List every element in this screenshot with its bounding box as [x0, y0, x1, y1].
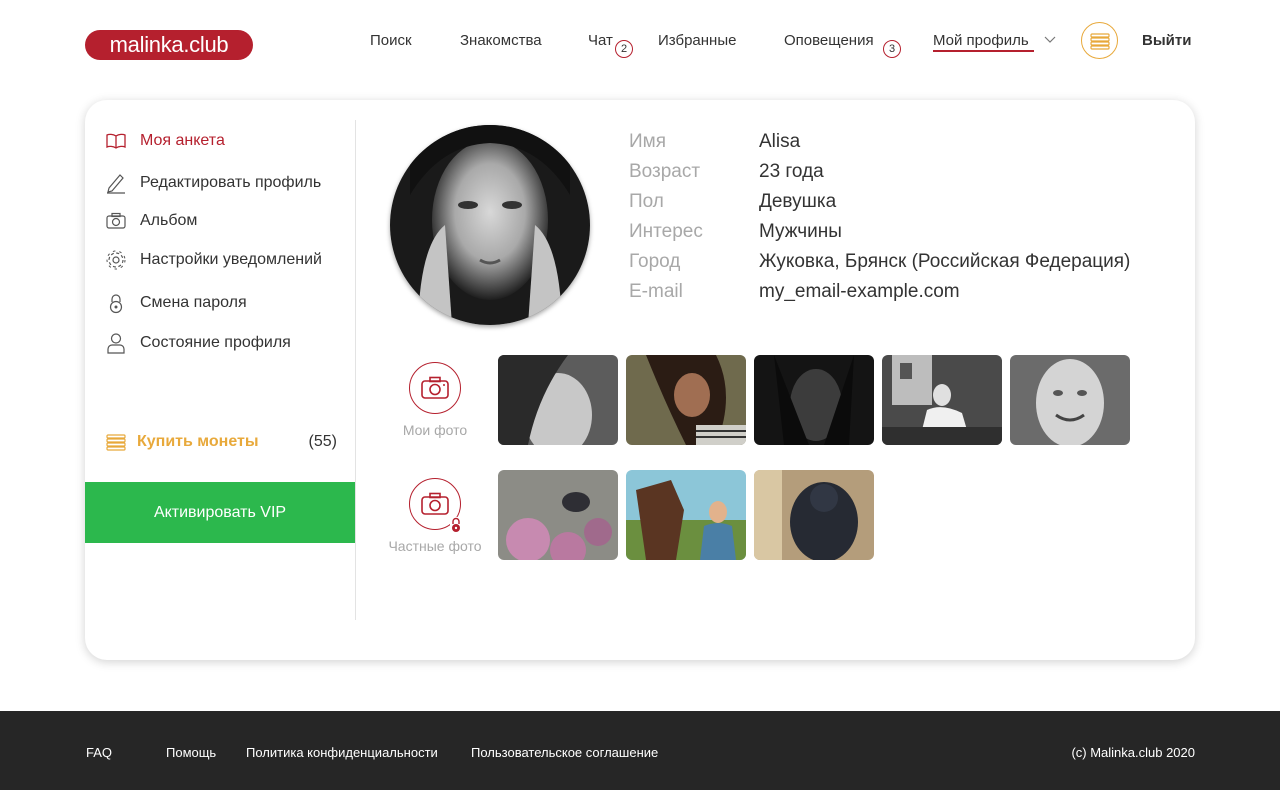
profile-card: Моя анкета Редактировать профиль Альбом …	[85, 100, 1195, 660]
footer-link-faq[interactable]: FAQ	[86, 745, 112, 760]
notifications-count-badge: 3	[883, 40, 901, 58]
footer-link-privacy[interactable]: Политика конфиденциальности	[246, 745, 438, 760]
info-label-city: Город	[629, 251, 681, 272]
activate-vip-button[interactable]: Активировать VIP	[85, 482, 355, 543]
chevron-down-icon[interactable]	[1044, 36, 1056, 44]
lock-icon	[105, 292, 127, 314]
info-label-email: E-mail	[629, 281, 683, 302]
info-label-name: Имя	[629, 131, 667, 152]
buy-coins-row[interactable]: Купить монеты (55)	[105, 430, 337, 454]
pencil-icon	[105, 172, 127, 194]
my-photo-3[interactable]	[754, 355, 874, 445]
my-photos-label: Мои фото	[402, 422, 468, 438]
nav-notifications[interactable]: Оповещения	[784, 30, 874, 52]
info-label-gender: Пол	[629, 191, 664, 212]
gear-icon	[105, 249, 127, 271]
sidebar-item-my-profile[interactable]: Моя анкета	[105, 129, 225, 153]
user-icon	[105, 332, 127, 354]
private-photo-1[interactable]	[498, 470, 618, 560]
sidebar-item-label: Смена пароля	[140, 294, 247, 311]
camera-icon	[105, 210, 127, 232]
sidebar-item-change-password[interactable]: Смена пароля	[105, 291, 247, 315]
nav-dating[interactable]: Знакомства	[460, 30, 542, 52]
nav-my-profile[interactable]: Мой профиль	[933, 30, 1034, 52]
private-photo-2[interactable]	[626, 470, 746, 560]
nav-chat-label: Чат	[588, 32, 613, 49]
coins-balance: (55)	[308, 433, 337, 450]
footer-copyright: (c) Malinka.club 2020	[1071, 745, 1195, 760]
coins-icon	[106, 434, 126, 451]
lock-icon	[450, 517, 462, 533]
info-label-interest: Интерес	[629, 221, 703, 242]
my-photo-5[interactable]	[1010, 355, 1130, 445]
book-icon	[105, 130, 127, 152]
sidebar-item-label: Альбом	[140, 212, 198, 229]
my-photo-1[interactable]	[498, 355, 618, 445]
info-value-city: Жуковка, Брянск (Российская Федерация)	[759, 251, 1131, 272]
sidebar-item-label: Состояние профиля	[140, 334, 291, 351]
sidebar-item-edit-profile[interactable]: Редактировать профиль	[105, 171, 321, 195]
sidebar-item-profile-status[interactable]: Состояние профиля	[105, 331, 291, 355]
buy-coins-link[interactable]: Купить монеты	[137, 433, 259, 451]
info-value-gender: Девушка	[759, 191, 837, 212]
sidebar-divider	[355, 120, 356, 620]
sidebar-item-album[interactable]: Альбом	[105, 209, 197, 233]
sidebar-item-label: Моя анкета	[140, 132, 225, 149]
info-value-name: Alisa	[759, 131, 801, 152]
nav-favorites[interactable]: Избранные	[658, 30, 736, 52]
info-value-interest: Мужчины	[759, 221, 842, 242]
sidebar-item-notification-settings[interactable]: Настройки уведомлений	[105, 248, 322, 272]
nav-my-profile-label: Мой профиль	[933, 32, 1029, 49]
nav-chat[interactable]: Чат	[588, 30, 613, 52]
camera-icon	[421, 492, 449, 515]
private-photo-3[interactable]	[754, 470, 874, 560]
camera-upload-button[interactable]	[409, 362, 461, 414]
private-photos-upload[interactable]: Частные фото	[380, 478, 490, 554]
nav-search[interactable]: Поиск	[370, 30, 412, 52]
info-label-age: Возраст	[629, 161, 701, 182]
sidebar-item-label: Редактировать профиль	[140, 174, 322, 191]
sidebar-item-label: Настройки уведомлений	[140, 251, 322, 268]
my-photos-upload[interactable]: Мои фото	[380, 362, 490, 438]
chat-count-badge: 2	[615, 40, 633, 58]
camera-icon	[421, 376, 449, 399]
footer-link-agreement[interactable]: Пользовательское соглашение	[471, 745, 658, 760]
info-value-age: 23 года	[759, 161, 824, 182]
profile-avatar[interactable]	[390, 125, 590, 325]
coins-icon	[1089, 32, 1110, 50]
footer-link-help[interactable]: Помощь	[166, 745, 216, 760]
my-photo-2[interactable]	[626, 355, 746, 445]
logout-button[interactable]: Выйти	[1142, 30, 1191, 52]
private-photos-label: Частные фото	[388, 538, 482, 554]
private-camera-upload-button[interactable]	[409, 478, 462, 533]
my-photo-4[interactable]	[882, 355, 1002, 445]
info-value-email: my_email-example.com	[759, 281, 960, 302]
site-logo[interactable]: malinka.club	[85, 30, 253, 60]
footer: FAQ Помощь Политика конфиденциальности П…	[0, 711, 1280, 790]
coins-button[interactable]	[1081, 22, 1118, 59]
